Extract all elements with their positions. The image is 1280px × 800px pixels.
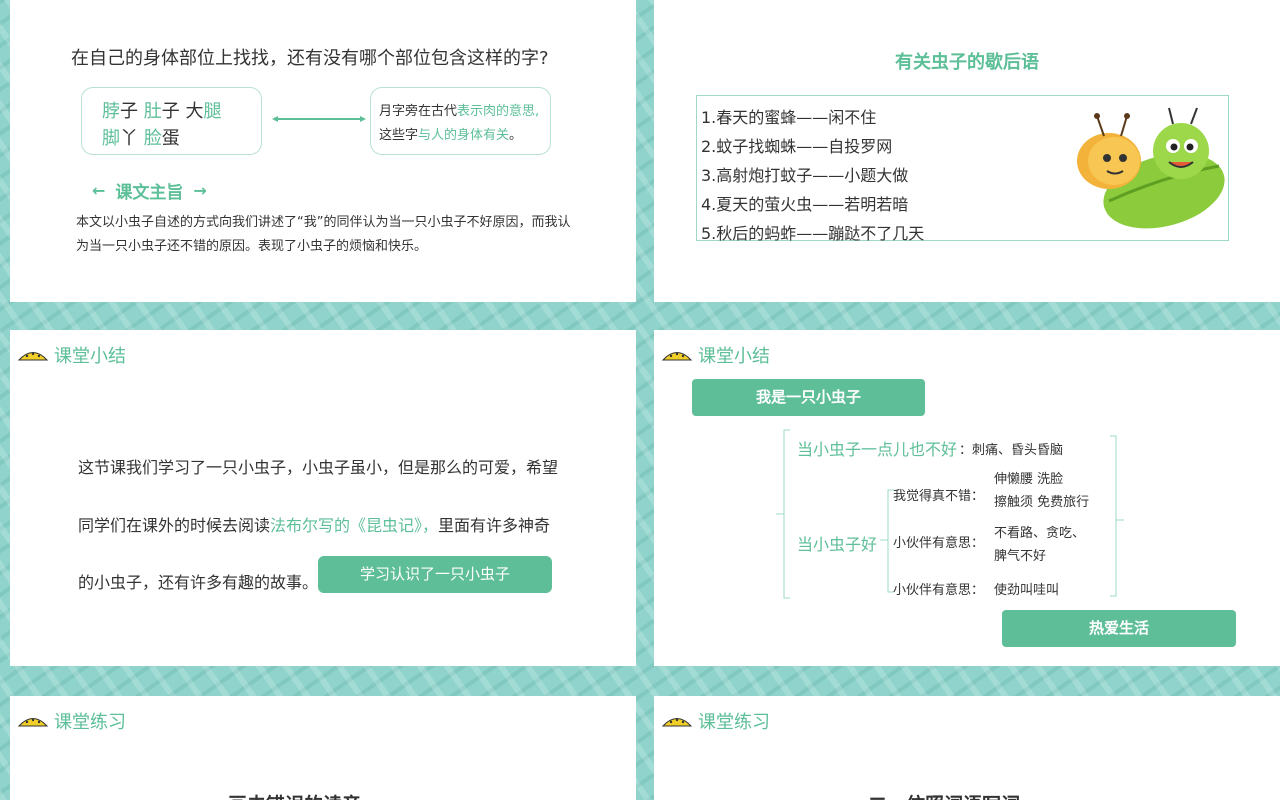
character-box: 脖子 肚子 大腿 脚丫 脸蛋 [81,87,262,155]
bug-icon [18,718,48,727]
slide-4[interactable]: 课堂小结 我是一只小虫子 当小虫子一点儿也不好 ：刺痛、昏头昏脑 当小虫子好 我… [654,330,1280,666]
slide-3[interactable]: 课堂小结 这节课我们学习了一只小虫子，小虫子虽小，但是那么的可爱，希望 同学们在… [10,330,636,666]
sub-value: 不看路、贪吃、 [994,526,1086,541]
sub-label-2: 小伙伴有意思： [893,536,985,551]
char: 大 [185,101,204,122]
bug-icon [662,718,692,727]
section-header: 课堂小结 [18,342,126,368]
list-item: 3.高射炮打蚊子——小题大做 [701,166,909,185]
book-title: 法布尔写的《昆虫记》， [270,516,439,535]
summary-text: 里面有许多神奇 [438,516,551,535]
list-item: 5.秋后的蚂蚱——蹦跶不了几天 [701,224,925,243]
char: 丫 [120,128,144,149]
list-item: 1.春天的蜜蜂——闲不住 [701,108,877,127]
list-item: 4.夏天的萤火虫——若明若暗 [701,195,909,214]
good-branch-label: 当小虫子好 [797,535,878,554]
note-text: 这些字 [379,128,419,143]
char: 腿 [203,101,222,122]
theme-paragraph: 本文以小虫子自述的方式向我们讲述了“我”的同伴认为当一只小虫子不好原因，而我认为… [76,215,571,254]
char: 肚 [143,101,162,122]
summary-line-2: 同学们在课外的时候去阅读法布尔写的《昆虫记》，里面有许多神奇 [78,512,550,536]
summary-text: 同学们在课外的时候去阅读 [78,516,271,535]
learned-button[interactable]: 学习认识了一只小虫子 [318,556,552,593]
summary-line-3: 的小虫子，还有许多有趣的故事。 [78,573,319,592]
note-highlight: 与人的身体有关 [418,128,510,143]
right-arrow-icon: → [193,181,207,200]
section-header: 课堂练习 [662,708,770,734]
char-line-2: 脚丫 脸蛋 [102,125,261,152]
sub-value: 使劲叫哇叫 [994,583,1060,598]
char: 脚 [102,128,120,149]
sub-label-3: 小伙伴有意思： [893,583,985,598]
note-text: 月字旁在古代 [379,104,458,119]
question-text: 在自己的身体部位上找找，还有没有哪个部位包含这样的字? [71,48,549,69]
summary-line-1: 这节课我们学习了一只小虫子，小虫子虽小，但是那么的可爱，希望 [78,458,559,477]
slide-5[interactable]: 课堂练习 一、画去错误的读音。 [10,696,636,800]
theme-heading: ← 课文主旨 → [82,178,217,203]
exercise-title: 二、仿照词语写词。 [868,790,1039,800]
char-line-1: 脖子 肚子 大腿 [102,98,261,125]
section-title: 课堂小结 [54,346,126,367]
exercise-title: 一、画去错误的读音。 [190,790,380,800]
sub-label-1: 我觉得真不错： [893,489,985,504]
section-header: 课堂练习 [18,708,126,734]
bad-branch-label: 当小虫子一点儿也不好 [797,440,958,459]
sub-value: 伸懒腰 洗脸 [994,472,1064,487]
bug-icon [18,352,48,361]
double-arrow-icon [272,116,366,122]
slide-title: 有关虫子的歇后语 [895,52,1039,73]
caterpillar-icon [1077,107,1225,229]
char: 子 [161,101,186,122]
left-arrow-icon: ← [92,181,106,200]
sub-value: 擦触须 免费旅行 [994,495,1090,510]
char: 脖 [102,101,120,122]
char: 脸 [143,128,162,149]
note-highlight: 表示肉的意思, [457,104,540,119]
xiehouyu-box: 1.春天的蜜蜂——闲不住 2.蚊子找蜘蛛——自投罗网 3.高射炮打蚊子——小题大… [696,95,1229,243]
char: 子 [120,101,144,122]
note-box: 月字旁在古代表示肉的意思, 这些字与人的身体有关。 [370,87,551,155]
slide-2[interactable]: 有关虫子的歇后语 1.春天的蜜蜂——闲不住 2.蚊子找蜘蛛——自投罗网 3.高射… [654,0,1280,302]
theme-title: 课文主旨 [115,183,184,203]
love-life-button[interactable]: 热爱生活 [1002,610,1236,647]
list-item: 2.蚊子找蜘蛛——自投罗网 [701,137,893,156]
sub-value: 脾气不好 [994,549,1047,564]
bad-branch-value: ：刺痛、昏头昏脑 [959,443,1064,458]
slide-1[interactable]: 在自己的身体部位上找找，还有没有哪个部位包含这样的字? 脖子 肚子 大腿 脚丫 … [10,0,636,302]
section-title: 课堂练习 [698,712,770,733]
slide-6[interactable]: 课堂练习 二、仿照词语写词。 [654,696,1280,800]
section-title: 课堂练习 [54,712,126,733]
char: 蛋 [161,128,180,149]
note-text: 。 [509,128,523,143]
